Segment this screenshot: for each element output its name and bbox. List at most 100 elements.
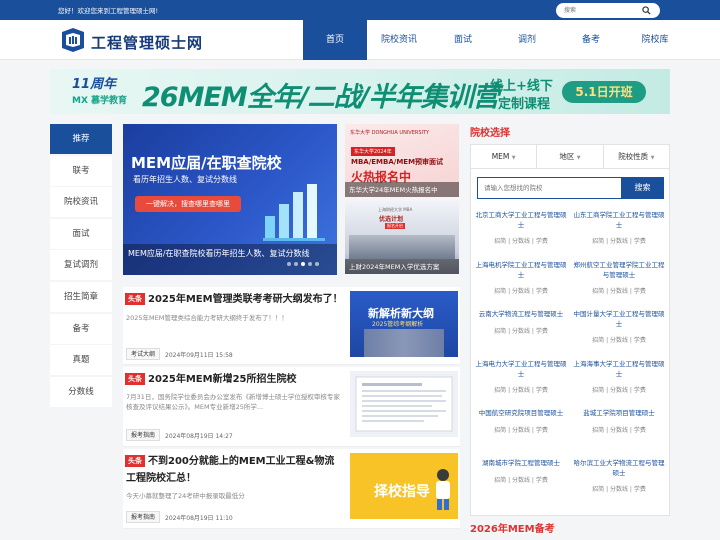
sidebar-item[interactable]: 联考 <box>50 155 112 186</box>
teachers-photo <box>364 329 444 357</box>
school-name-link[interactable]: 郑州航空工业管理学院工业工程与管理硕士 <box>573 261 665 280</box>
school-card: 山东工商学院工业工程与管理硕士招简 | 分数线 | 学费 <box>573 211 665 245</box>
sidebar-item[interactable]: 推荐 <box>50 124 112 154</box>
filter-label: MEM <box>491 152 510 161</box>
sidebar-item[interactable]: 招生简章 <box>50 281 112 312</box>
news-excerpt: 2025年MEM管理类综合能力考研大纲终于发布了！！！ <box>126 314 288 322</box>
news-title[interactable]: 2025年MEM管理类联考考研大纲发布了！ <box>126 291 344 308</box>
school-card: 云南大学物流工程与管理硕士 招简 | 分数线 | 学费 <box>475 310 567 335</box>
school-name-link[interactable]: 中国航空研究院项目管理硕士 <box>475 409 567 419</box>
top-search-input[interactable] <box>564 5 642 16</box>
news-category-tag[interactable]: 报考指南 <box>126 429 161 441</box>
promo-donghua[interactable]: 东华大学 DONGHUA UNIVERSITY 东华大学2024年 MBA/EM… <box>345 124 459 197</box>
school-quick-links[interactable]: 招简 | 分数线 | 学费 <box>573 236 665 245</box>
promo-title: 优选计划 <box>379 216 404 223</box>
school-quick-links[interactable]: 招简 | 分数线 | 学费 <box>573 286 665 295</box>
hero-cta-button[interactable]: 一键解决，搜查哪里查哪里 <box>135 196 241 212</box>
school-search-input[interactable] <box>477 177 623 199</box>
nav-item[interactable]: 备考 <box>559 20 623 60</box>
school-card: 哈尔滨工业大学物流工程与管理硕士招简 | 分数线 | 学费 <box>573 459 665 493</box>
filter-program[interactable]: MEM ▼ <box>471 145 538 168</box>
news-item[interactable]: 头条 2025年MEM管理类联考考研大纲发布了！ 2025年MEM管理类综合能力… <box>123 287 460 365</box>
school-quick-links[interactable]: 招简 | 分数线 | 学费 <box>475 326 567 335</box>
school-card: 上海电力大学工业工程与管理硕士招简 | 分数线 | 学费 <box>475 360 567 394</box>
site-logo-icon[interactable] <box>60 28 86 52</box>
news-thumbnail[interactable]: 择校指导 <box>350 453 458 519</box>
school-quick-links[interactable]: 招简 | 分数线 | 学费 <box>573 425 665 434</box>
school-name-link[interactable]: 山东工商学院工业工程与管理硕士 <box>573 211 665 230</box>
building-image <box>349 235 455 259</box>
news-thumbnail[interactable]: 新解析新大纲 2025管综考纲解析 <box>350 291 458 357</box>
search-icon[interactable] <box>642 6 651 15</box>
promo-university-name: 东华大学 DONGHUA UNIVERSITY <box>350 130 430 136</box>
sidebar-item[interactable]: 分数线 <box>50 376 112 407</box>
carousel-dot[interactable] <box>315 262 319 266</box>
news-category-tag[interactable]: 考试大纲 <box>126 348 161 360</box>
school-quick-links[interactable]: 招简 | 分数线 | 学费 <box>475 425 567 434</box>
school-name-link[interactable]: 中国计量大学工业工程与管理硕士 <box>573 310 665 329</box>
caret-down-icon: ▼ <box>650 155 655 161</box>
news-excerpt: 7月31日，国务院学位委员会办公室发布《新增博士硕士学位授权审核专家核查及评议结… <box>126 393 340 411</box>
promo-banner[interactable]: 11周年 MX 慕学教育 26MEM全年/二战/半年集训营 线上+线下 定制课程… <box>50 69 670 114</box>
sidebar-item[interactable]: 备考 <box>50 313 112 344</box>
school-card: 上海电机学院工业工程与管理硕士招简 | 分数线 | 学费 <box>475 261 567 295</box>
sidebar-item[interactable]: 真题 <box>50 345 112 376</box>
top-search[interactable] <box>556 3 660 18</box>
school-name-link[interactable]: 北京工商大学工业工程与管理硕士 <box>475 211 567 230</box>
school-name-link[interactable]: 上海海事大学工业工程与管理硕士 <box>573 360 665 379</box>
carousel-dot-active[interactable] <box>301 262 305 266</box>
school-name-link[interactable]: 上海电力大学工业工程与管理硕士 <box>475 360 567 379</box>
carousel-dots[interactable] <box>287 262 319 266</box>
school-name-link[interactable]: 上海电机学院工业工程与管理硕士 <box>475 261 567 280</box>
nav-item[interactable]: 调剂 <box>495 20 559 60</box>
news-title[interactable]: 不到200分就能上的MEM工业工程&物流工程院校汇总！ <box>126 453 344 487</box>
school-quick-links[interactable]: 招简 | 分数线 | 学费 <box>475 385 567 394</box>
school-quick-links[interactable]: 招简 | 分数线 | 学费 <box>573 335 665 344</box>
promo-caption[interactable]: 上财2024年MEM入学优选方案 <box>345 259 459 274</box>
school-search-button[interactable]: 搜索 <box>621 177 664 199</box>
carousel-dot[interactable] <box>294 262 298 266</box>
news-date: 2024年08月19日 14:27 <box>165 433 233 440</box>
banner-start-button[interactable]: 5.1日开班 <box>562 81 646 103</box>
school-name-link[interactable]: 盐城工学院项目管理硕士 <box>573 409 665 419</box>
hero-subtitle: 看历年招生人数、复试分数线 <box>133 175 237 184</box>
news-item[interactable]: 头条 2025年MEM新增25所招生院校 7月31日，国务院学位委员会办公室发布… <box>123 367 460 447</box>
school-selector: 院校选择 MEM ▼ 地区 ▼ 院校性质 ▼ 搜索 北京工商大学工业工程与管理硕… <box>470 124 670 516</box>
hero-caption[interactable]: MEM应届/在职查院校看历年招生人数、复试分数线 <box>123 244 337 275</box>
school-name-link[interactable]: 哈尔滨工业大学物流工程与管理硕士 <box>573 459 665 478</box>
news-item[interactable]: 头条 不到200分就能上的MEM工业工程&物流工程院校汇总！ 今天小慕就整理了2… <box>123 449 460 529</box>
filter-school-type[interactable]: 院校性质 ▼ <box>604 145 669 168</box>
promo-shufe[interactable]: 上海财经大学 MBA 优选计划 报名开启 上财2024年MEM入学优选方案 <box>345 201 459 274</box>
caret-down-icon: ▼ <box>576 155 581 161</box>
sidebar-item[interactable]: 复试调剂 <box>50 250 112 281</box>
sidebar-item[interactable]: 面试 <box>50 218 112 249</box>
hero-slide[interactable]: MEM应届/在职查院校 看历年招生人数、复试分数线 一键解决，搜查哪里查哪里 M… <box>123 124 337 275</box>
carousel-dot[interactable] <box>287 262 291 266</box>
site-name[interactable]: 工程管理硕士网 <box>91 32 203 53</box>
school-name-link[interactable]: 湖南城市学院工程管理硕士 <box>475 459 567 469</box>
category-sidebar: 推荐 联考 院校资讯 面试 复试调剂 招生简章 备考 真题 分数线 <box>50 124 112 408</box>
sidebar-item[interactable]: 院校资讯 <box>50 187 112 218</box>
news-category-tag[interactable]: 报考指南 <box>126 511 161 523</box>
filter-region[interactable]: 地区 ▼ <box>537 145 604 168</box>
school-card: 中国航空研究院项目管理硕士 招简 | 分数线 | 学费 <box>475 409 567 434</box>
bar-graphic-icon <box>263 184 325 241</box>
news-thumbnail[interactable] <box>350 371 458 437</box>
promo-caption[interactable]: 东华大学24年MEM火热报名中 <box>345 182 459 197</box>
school-quick-links[interactable]: 招简 | 分数线 | 学费 <box>573 484 665 493</box>
banner-title: 26MEM全年/二战/半年集训营 <box>142 82 499 113</box>
carousel-dot[interactable] <box>308 262 312 266</box>
nav-item[interactable]: 首页 <box>303 20 367 60</box>
school-quick-links[interactable]: 招简 | 分数线 | 学费 <box>475 236 567 245</box>
school-quick-links[interactable]: 招简 | 分数线 | 学费 <box>475 286 567 295</box>
school-card: 北京工商大学工业工程与管理硕士招简 | 分数线 | 学费 <box>475 211 567 245</box>
nav-item[interactable]: 院校库 <box>623 20 687 60</box>
nav-item[interactable]: 院校资讯 <box>367 20 431 60</box>
hero-title: MEM应届/在职查院校 <box>131 154 282 172</box>
banner-logo-brand: MX 慕学教育 <box>72 96 128 106</box>
school-name-link[interactable]: 云南大学物流工程与管理硕士 <box>475 310 567 320</box>
school-quick-links[interactable]: 招简 | 分数线 | 学费 <box>573 385 665 394</box>
nav-item[interactable]: 面试 <box>431 20 495 60</box>
news-title[interactable]: 2025年MEM新增25所招生院校 <box>126 371 344 388</box>
school-quick-links[interactable]: 招简 | 分数线 | 学费 <box>475 475 567 484</box>
